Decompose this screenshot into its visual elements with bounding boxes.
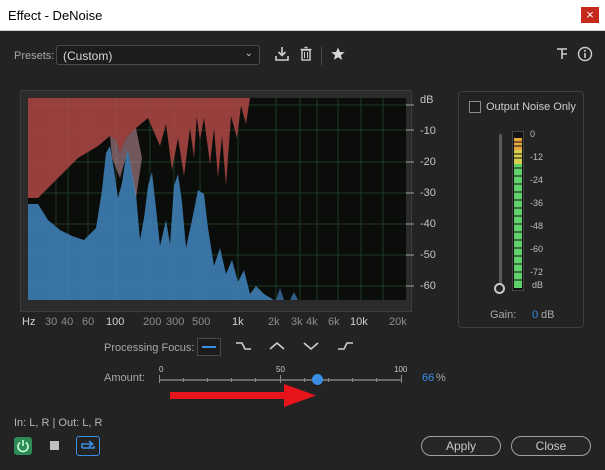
x-label-20k: 20k: [389, 316, 407, 328]
presets-label: Presets:: [14, 50, 55, 62]
amount-label: Amount:: [104, 372, 145, 384]
y-label-20: -20: [420, 156, 436, 168]
x-label-10k: 10k: [350, 316, 368, 328]
presets-dropdown[interactable]: (Custom) ⌄: [56, 45, 260, 65]
output-noise-only-label: Output Noise Only: [486, 101, 576, 113]
gain-value[interactable]: 0: [532, 309, 538, 321]
x-label-6k: 6k: [328, 316, 340, 328]
focus-mid-icon[interactable]: [266, 338, 290, 356]
meter-scale-24: -24: [530, 175, 544, 185]
title-bar: Effect - DeNoise ×: [0, 0, 605, 31]
x-label-1k: 1k: [232, 316, 244, 328]
power-icon[interactable]: [14, 437, 32, 455]
meter-scale-0: 0: [530, 129, 536, 139]
x-label-100: 100: [106, 316, 125, 328]
y-label-50: -50: [420, 249, 436, 261]
io-routing-label: In: L, R | Out: L, R: [14, 417, 103, 429]
focus-notch-icon[interactable]: [300, 338, 324, 356]
spectrum-plot: [28, 98, 406, 300]
y-label-30: -30: [420, 187, 436, 199]
gain-slider-handle[interactable]: [494, 283, 505, 294]
x-label-2k: 2k: [268, 316, 280, 328]
y-label-40: -40: [420, 218, 436, 230]
x-label-hz: Hz: [22, 316, 36, 328]
info-icon[interactable]: [576, 46, 594, 64]
processing-focus-label: Processing Focus:: [104, 342, 195, 354]
x-label-300: 300: [166, 316, 185, 328]
close-icon[interactable]: ×: [581, 7, 599, 23]
close-button[interactable]: Close: [511, 436, 591, 456]
x-label-500: 500: [192, 316, 211, 328]
gain-unit: dB: [541, 309, 555, 321]
meter-scale-60: -60: [530, 244, 544, 254]
meter-scale-48: -48: [530, 221, 544, 231]
y-label-60: -60: [420, 280, 436, 292]
toolbar-divider: [321, 47, 322, 65]
x-label-60: 60: [82, 316, 95, 328]
apply-button[interactable]: Apply: [421, 436, 501, 456]
x-label-40: 40: [61, 316, 74, 328]
x-label-30: 30: [45, 316, 58, 328]
amount-tick-100: 100: [394, 365, 408, 374]
window-title: Effect - DeNoise: [8, 8, 103, 23]
y-axis-ticks: [406, 104, 414, 287]
gain-slider-track[interactable]: [499, 134, 502, 284]
amount-value[interactable]: 66: [422, 372, 434, 384]
trash-icon[interactable]: [297, 46, 315, 64]
meter-scale-db: dB: [532, 280, 544, 290]
level-meter: [512, 131, 524, 291]
loop-icon[interactable]: [76, 436, 100, 456]
routing-icon[interactable]: [553, 46, 571, 64]
meter-scale-36: -36: [530, 198, 544, 208]
star-icon[interactable]: [329, 46, 347, 64]
gain-label: Gain:: [490, 309, 517, 321]
y-label-10: -10: [420, 125, 436, 137]
stop-icon[interactable]: [50, 441, 59, 450]
amount-unit: %: [436, 372, 446, 384]
output-noise-only-checkbox[interactable]: [469, 101, 481, 113]
focus-low-icon[interactable]: [232, 338, 256, 356]
x-label-4k: 4k: [306, 316, 318, 328]
focus-high-icon[interactable]: [334, 338, 358, 356]
chevron-down-icon: ⌄: [244, 48, 253, 59]
x-label-3k: 3k: [291, 316, 303, 328]
x-label-200: 200: [143, 316, 162, 328]
presets-value: (Custom): [63, 49, 113, 63]
amount-tick-0: 0: [159, 365, 164, 374]
save-preset-icon[interactable]: [273, 46, 291, 64]
focus-all-icon[interactable]: [197, 338, 221, 356]
meter-scale-12: -12: [530, 152, 544, 162]
y-label-db: dB: [420, 94, 434, 106]
meter-scale-72: -72: [530, 267, 544, 277]
annotation-arrow-icon: [170, 384, 316, 407]
amount-tick-50: 50: [276, 365, 285, 374]
